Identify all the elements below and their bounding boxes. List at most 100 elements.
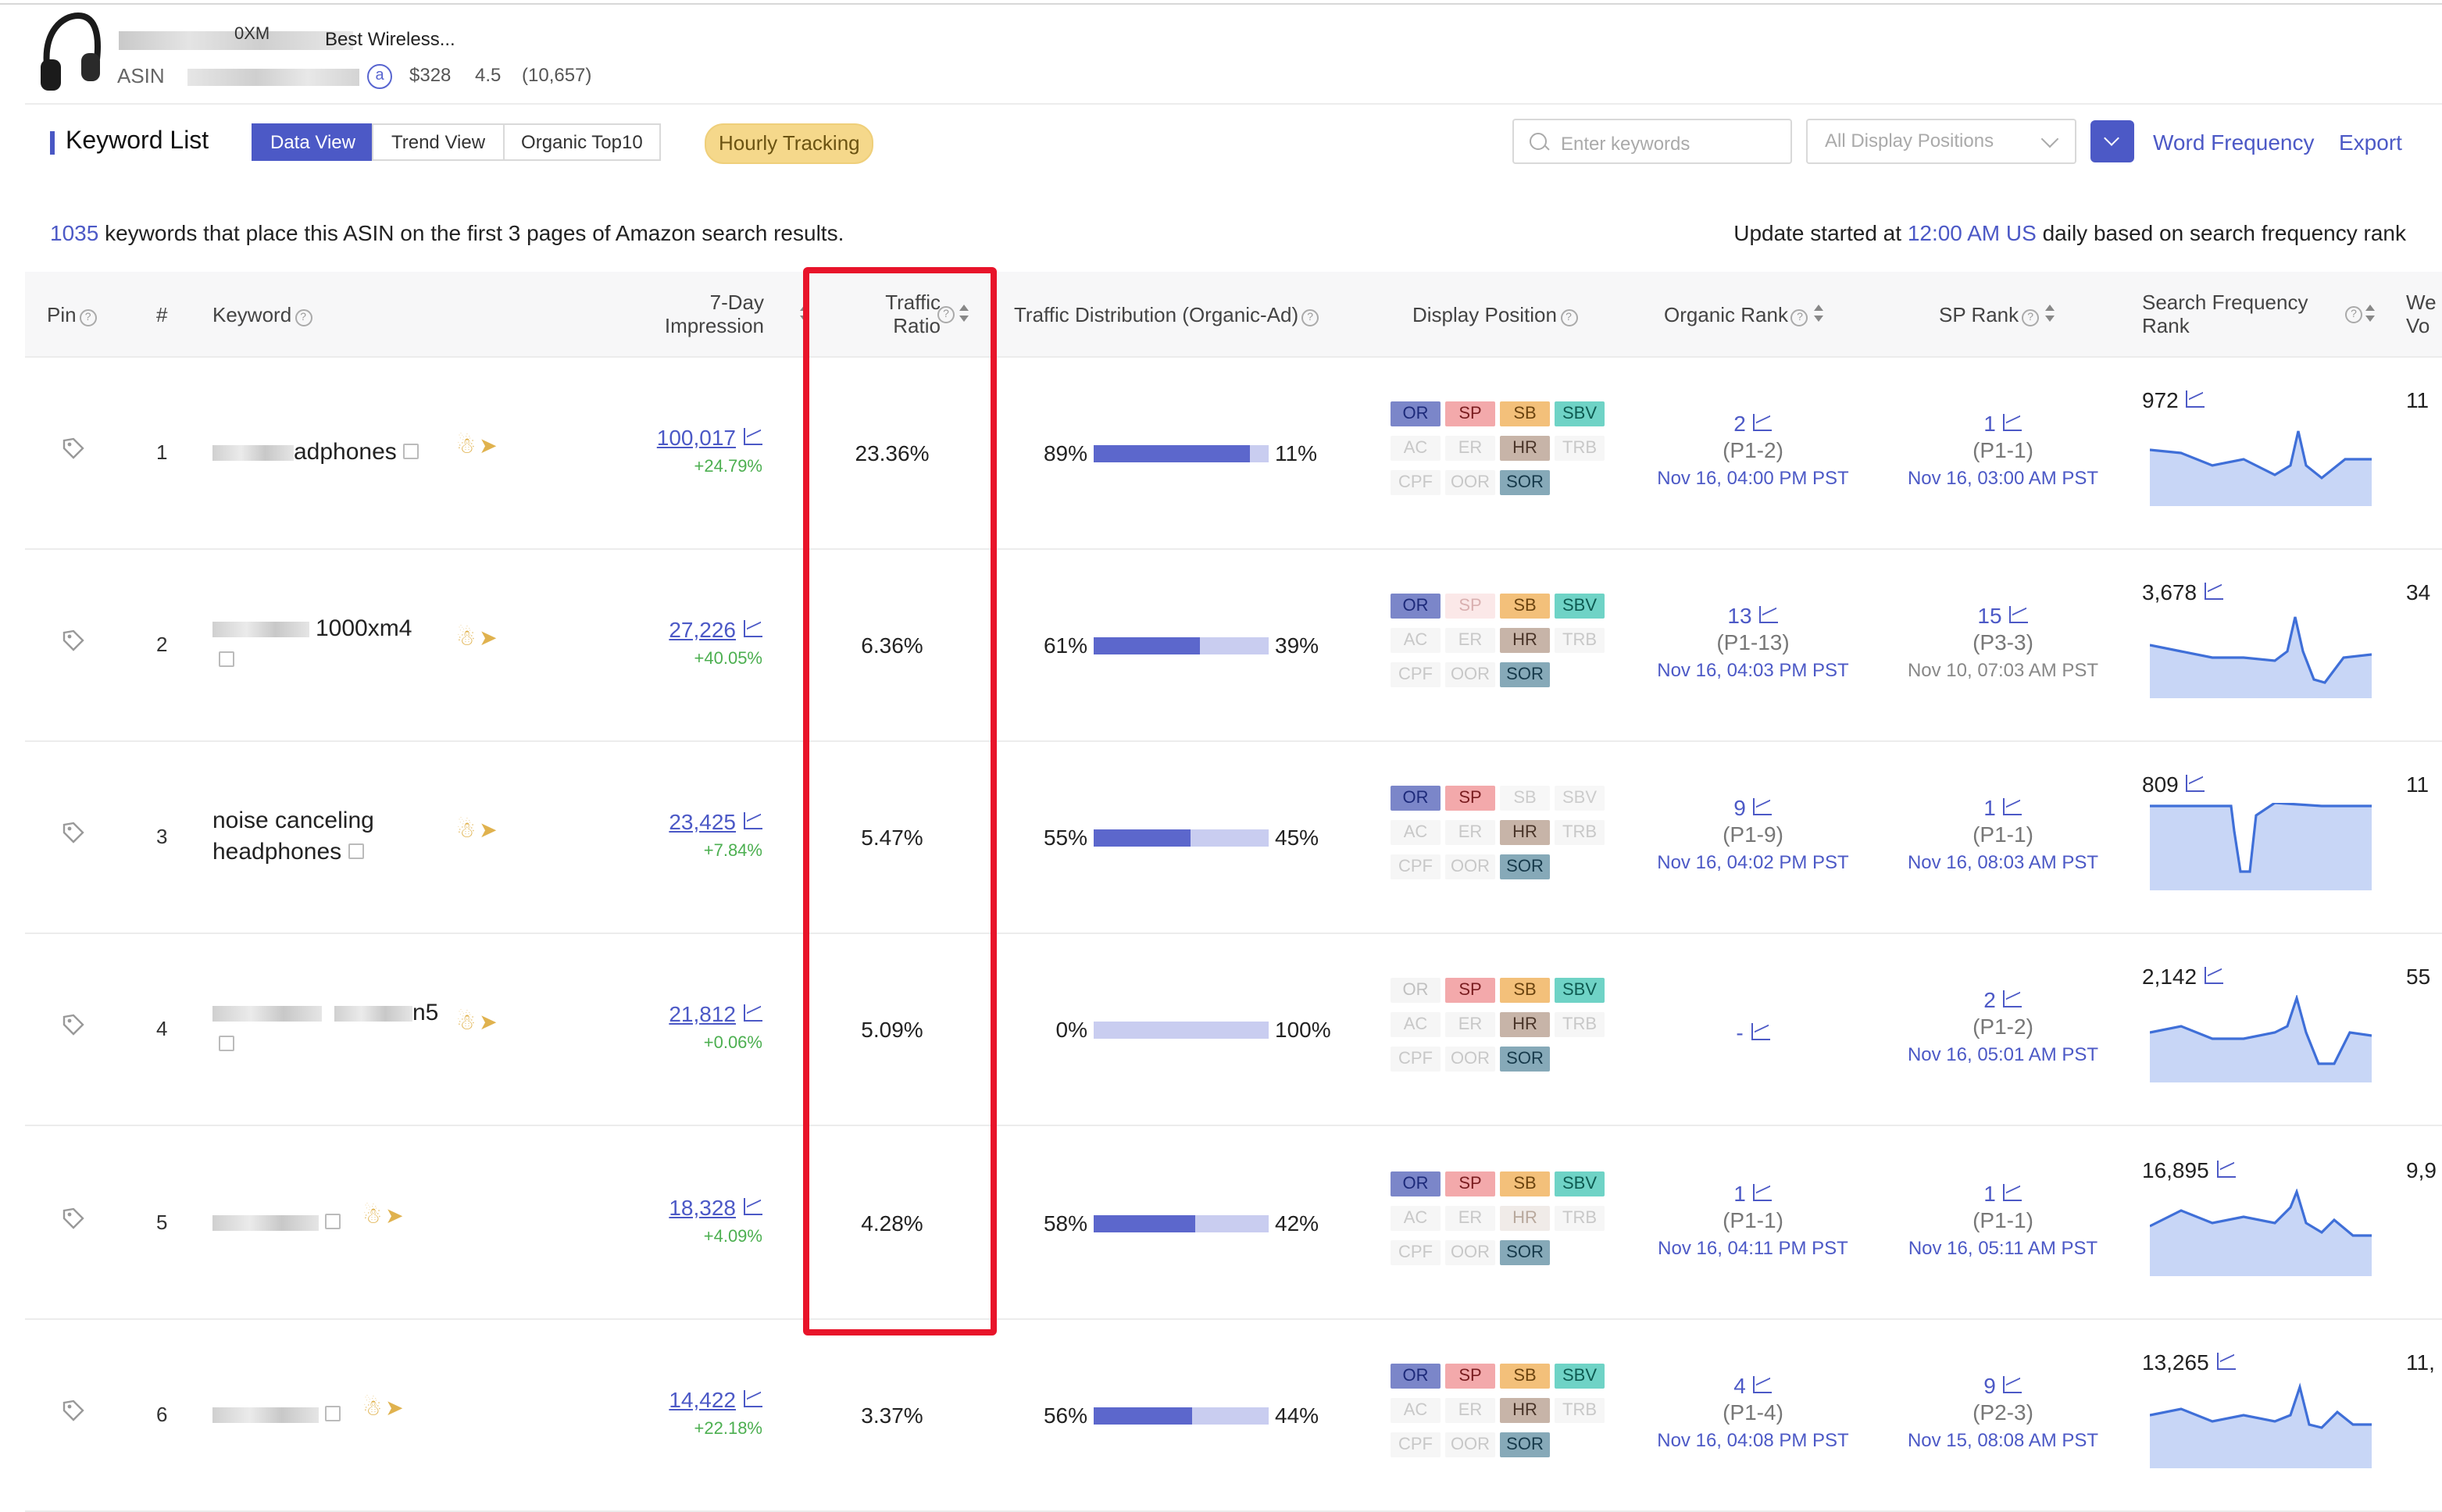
sort-icon[interactable] xyxy=(2365,305,2376,323)
camera-icon[interactable]: ☃ xyxy=(456,817,476,842)
sp-rank-value[interactable]: 15 xyxy=(1977,603,2001,628)
copy-icon[interactable] xyxy=(325,1214,341,1229)
copy-icon[interactable] xyxy=(219,651,234,667)
keyword-text[interactable] xyxy=(212,1400,341,1431)
keyword-search-input[interactable] xyxy=(1558,127,1783,159)
trend-chart-icon[interactable] xyxy=(1751,1023,1770,1040)
organic-rank-value[interactable]: 9 xyxy=(1733,795,1746,820)
trend-chart-icon[interactable] xyxy=(2205,967,2224,984)
display-positions-select[interactable]: All Display Positions xyxy=(1806,119,2076,164)
pin-tag-icon[interactable] xyxy=(62,629,84,651)
organic-rank-value[interactable]: 4 xyxy=(1733,1373,1746,1398)
impression-value[interactable]: 18,328 xyxy=(669,1195,736,1220)
pin-tag-icon[interactable] xyxy=(62,1400,84,1421)
copy-icon[interactable] xyxy=(325,1406,341,1421)
trend-chart-icon[interactable] xyxy=(744,1390,762,1407)
trend-chart-icon[interactable] xyxy=(1753,1376,1773,1393)
impression-value[interactable]: 23,425 xyxy=(669,809,736,834)
impression-value[interactable]: 14,422 xyxy=(669,1387,736,1412)
pin-tag-icon[interactable] xyxy=(62,1207,84,1229)
impression-value[interactable]: 21,812 xyxy=(669,1001,736,1026)
sp-rank-value[interactable]: 1 xyxy=(1983,795,1996,820)
help-icon[interactable]: ? xyxy=(1301,309,1319,326)
keyword-text[interactable] xyxy=(212,1207,341,1239)
help-icon[interactable]: ? xyxy=(2022,309,2040,326)
camera-icon[interactable]: ☃ xyxy=(456,1009,476,1034)
tab-data-view[interactable]: Data View xyxy=(252,123,374,161)
keyword-text[interactable]: n5 xyxy=(212,998,438,1061)
rocket-icon[interactable]: ➤ xyxy=(385,1203,403,1228)
organic-rank-value[interactable]: 13 xyxy=(1727,603,1751,628)
rocket-icon[interactable]: ➤ xyxy=(385,1395,403,1420)
camera-icon[interactable]: ☃ xyxy=(362,1395,382,1420)
help-icon[interactable]: ? xyxy=(79,309,97,326)
impression-value[interactable]: 27,226 xyxy=(669,617,736,642)
help-icon[interactable]: ? xyxy=(1560,309,1577,326)
camera-icon[interactable]: ☃ xyxy=(456,433,476,458)
sort-icon[interactable] xyxy=(2045,305,2056,323)
organic-rank-value[interactable]: 2 xyxy=(1733,411,1746,436)
trend-chart-icon[interactable] xyxy=(2003,414,2023,431)
col-sp-rank[interactable]: SP Rank? xyxy=(1939,303,2056,326)
trend-chart-icon[interactable] xyxy=(2003,990,2023,1007)
trend-chart-icon[interactable] xyxy=(2003,798,2023,815)
rocket-icon[interactable]: ➤ xyxy=(479,1009,497,1034)
copy-icon[interactable] xyxy=(402,444,419,459)
trend-chart-icon[interactable] xyxy=(2205,583,2224,600)
trend-chart-icon[interactable] xyxy=(2009,606,2029,623)
product-title[interactable]: Best Wireless... xyxy=(325,28,455,50)
trend-chart-icon[interactable] xyxy=(744,1198,762,1215)
headphones-product-image[interactable] xyxy=(37,12,103,94)
rocket-icon[interactable]: ➤ xyxy=(479,433,497,458)
trend-chart-icon[interactable] xyxy=(1753,798,1773,815)
trend-chart-icon[interactable] xyxy=(744,1004,762,1022)
pin-tag-icon[interactable] xyxy=(62,822,84,843)
search-frequency-sparkline[interactable] xyxy=(2150,611,2372,698)
trend-chart-icon[interactable] xyxy=(2186,775,2205,792)
expand-filters-button[interactable] xyxy=(2090,120,2134,162)
keyword-text[interactable]: 1000xm4 xyxy=(212,614,412,676)
camera-icon[interactable]: ☃ xyxy=(456,625,476,650)
trend-chart-icon[interactable] xyxy=(744,620,762,637)
organic-rank-value[interactable]: 1 xyxy=(1733,1181,1746,1206)
sp-rank-value[interactable]: 2 xyxy=(1983,987,1996,1012)
keyword-text[interactable]: adphones xyxy=(212,437,419,469)
trend-chart-icon[interactable] xyxy=(2003,1184,2023,1201)
search-frequency-sparkline[interactable] xyxy=(2150,803,2372,890)
amazon-icon[interactable]: a xyxy=(367,64,392,89)
camera-icon[interactable]: ☃ xyxy=(362,1203,382,1228)
trend-chart-icon[interactable] xyxy=(1753,1184,1773,1201)
rocket-icon[interactable]: ➤ xyxy=(479,625,497,650)
trend-chart-icon[interactable] xyxy=(2003,1376,2023,1393)
pin-tag-icon[interactable] xyxy=(62,1014,84,1036)
col-impression[interactable]: 7-Day Impression xyxy=(619,291,764,337)
sp-rank-value[interactable]: 1 xyxy=(1983,1181,1996,1206)
help-icon[interactable]: ? xyxy=(2345,306,2362,323)
organic-rank-value[interactable]: - xyxy=(1736,1020,1743,1045)
trend-chart-icon[interactable] xyxy=(744,428,762,445)
search-frequency-sparkline[interactable] xyxy=(2150,995,2372,1082)
trend-chart-icon[interactable] xyxy=(2216,1353,2236,1370)
copy-icon[interactable] xyxy=(348,843,364,859)
rocket-icon[interactable]: ➤ xyxy=(479,817,497,842)
col-search-frequency-rank[interactable]: Search Frequency Rank xyxy=(2142,291,2308,337)
trend-chart-icon[interactable] xyxy=(2216,1161,2236,1178)
search-frequency-sparkline[interactable] xyxy=(2150,1381,2372,1468)
col-organic-rank[interactable]: Organic Rank? xyxy=(1664,303,1826,326)
keyword-text[interactable]: noise canceling headphones xyxy=(212,806,374,868)
keyword-count[interactable]: 1035 xyxy=(50,220,98,245)
trend-chart-icon[interactable] xyxy=(744,812,762,829)
export-link[interactable]: Export xyxy=(2339,130,2402,155)
sort-icon[interactable] xyxy=(1814,305,1826,323)
trend-chart-icon[interactable] xyxy=(1753,414,1773,431)
search-frequency-sparkline[interactable] xyxy=(2150,419,2372,506)
pin-tag-icon[interactable] xyxy=(62,437,84,459)
impression-value[interactable]: 100,017 xyxy=(657,425,736,450)
sp-rank-value[interactable]: 9 xyxy=(1983,1373,1996,1398)
help-icon[interactable]: ? xyxy=(295,309,312,326)
tab-organic-top10[interactable]: Organic Top10 xyxy=(502,123,662,161)
copy-icon[interactable] xyxy=(219,1036,234,1051)
trend-chart-icon[interactable] xyxy=(2186,390,2205,408)
trend-chart-icon[interactable] xyxy=(1759,606,1779,623)
word-frequency-link[interactable]: Word Frequency xyxy=(2153,130,2314,155)
